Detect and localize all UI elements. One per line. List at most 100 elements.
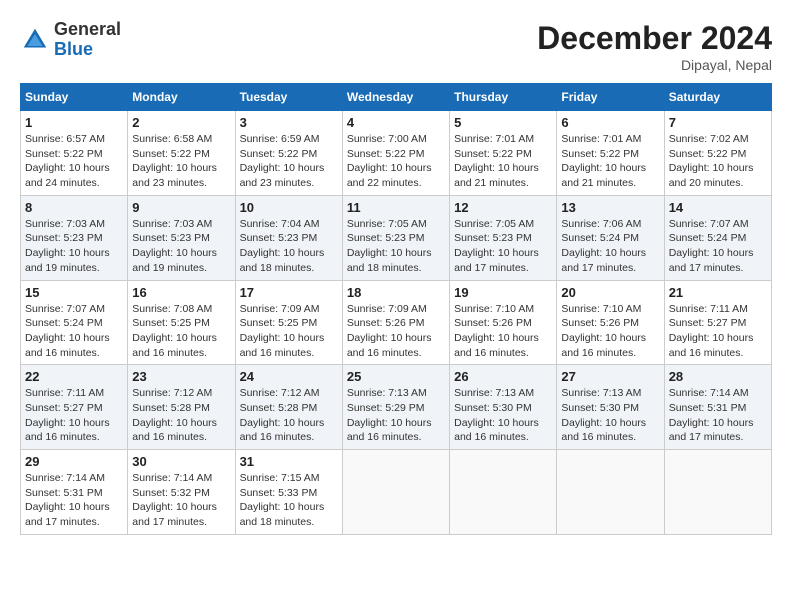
- week-row: 15 Sunrise: 7:07 AMSunset: 5:24 PMDaylig…: [21, 280, 772, 365]
- week-row: 29 Sunrise: 7:14 AMSunset: 5:31 PMDaylig…: [21, 450, 772, 535]
- day-cell-27: 27 Sunrise: 7:13 AMSunset: 5:30 PMDaylig…: [557, 365, 664, 450]
- empty-cell: [342, 450, 449, 535]
- day-number: 28: [669, 369, 767, 384]
- day-info: Sunrise: 7:07 AMSunset: 5:24 PMDaylight:…: [25, 302, 123, 361]
- day-info: Sunrise: 7:04 AMSunset: 5:23 PMDaylight:…: [240, 217, 338, 276]
- day-info: Sunrise: 7:10 AMSunset: 5:26 PMDaylight:…: [561, 302, 659, 361]
- day-info: Sunrise: 7:14 AMSunset: 5:31 PMDaylight:…: [25, 471, 123, 530]
- day-number: 5: [454, 115, 552, 130]
- day-number: 6: [561, 115, 659, 130]
- day-number: 29: [25, 454, 123, 469]
- day-info: Sunrise: 7:02 AMSunset: 5:22 PMDaylight:…: [669, 132, 767, 191]
- day-info: Sunrise: 6:59 AMSunset: 5:22 PMDaylight:…: [240, 132, 338, 191]
- calendar-table: Sunday Monday Tuesday Wednesday Thursday…: [20, 83, 772, 535]
- day-number: 10: [240, 200, 338, 215]
- day-cell-17: 17 Sunrise: 7:09 AMSunset: 5:25 PMDaylig…: [235, 280, 342, 365]
- day-info: Sunrise: 7:09 AMSunset: 5:26 PMDaylight:…: [347, 302, 445, 361]
- day-info: Sunrise: 7:08 AMSunset: 5:25 PMDaylight:…: [132, 302, 230, 361]
- header-sunday: Sunday: [21, 84, 128, 111]
- day-info: Sunrise: 7:12 AMSunset: 5:28 PMDaylight:…: [240, 386, 338, 445]
- day-cell-16: 16 Sunrise: 7:08 AMSunset: 5:25 PMDaylig…: [128, 280, 235, 365]
- day-info: Sunrise: 7:05 AMSunset: 5:23 PMDaylight:…: [454, 217, 552, 276]
- day-number: 2: [132, 115, 230, 130]
- day-cell-9: 9 Sunrise: 7:03 AMSunset: 5:23 PMDayligh…: [128, 195, 235, 280]
- day-number: 11: [347, 200, 445, 215]
- day-number: 13: [561, 200, 659, 215]
- day-cell-25: 25 Sunrise: 7:13 AMSunset: 5:29 PMDaylig…: [342, 365, 449, 450]
- day-number: 16: [132, 285, 230, 300]
- day-cell-1: 1 Sunrise: 6:57 AMSunset: 5:22 PMDayligh…: [21, 111, 128, 196]
- day-info: Sunrise: 7:07 AMSunset: 5:24 PMDaylight:…: [669, 217, 767, 276]
- day-info: Sunrise: 7:12 AMSunset: 5:28 PMDaylight:…: [132, 386, 230, 445]
- day-cell-10: 10 Sunrise: 7:04 AMSunset: 5:23 PMDaylig…: [235, 195, 342, 280]
- day-cell-3: 3 Sunrise: 6:59 AMSunset: 5:22 PMDayligh…: [235, 111, 342, 196]
- week-row: 22 Sunrise: 7:11 AMSunset: 5:27 PMDaylig…: [21, 365, 772, 450]
- day-info: Sunrise: 7:11 AMSunset: 5:27 PMDaylight:…: [669, 302, 767, 361]
- day-cell-14: 14 Sunrise: 7:07 AMSunset: 5:24 PMDaylig…: [664, 195, 771, 280]
- day-info: Sunrise: 7:00 AMSunset: 5:22 PMDaylight:…: [347, 132, 445, 191]
- day-number: 12: [454, 200, 552, 215]
- day-cell-8: 8 Sunrise: 7:03 AMSunset: 5:23 PMDayligh…: [21, 195, 128, 280]
- day-number: 27: [561, 369, 659, 384]
- day-cell-28: 28 Sunrise: 7:14 AMSunset: 5:31 PMDaylig…: [664, 365, 771, 450]
- page-header: General Blue December 2024 Dipayal, Nepa…: [20, 20, 772, 73]
- day-number: 18: [347, 285, 445, 300]
- logo-icon: [20, 25, 50, 55]
- day-cell-5: 5 Sunrise: 7:01 AMSunset: 5:22 PMDayligh…: [450, 111, 557, 196]
- day-number: 1: [25, 115, 123, 130]
- day-cell-26: 26 Sunrise: 7:13 AMSunset: 5:30 PMDaylig…: [450, 365, 557, 450]
- day-number: 17: [240, 285, 338, 300]
- month-title: December 2024: [537, 20, 772, 57]
- week-row: 8 Sunrise: 7:03 AMSunset: 5:23 PMDayligh…: [21, 195, 772, 280]
- title-block: December 2024 Dipayal, Nepal: [537, 20, 772, 73]
- day-cell-4: 4 Sunrise: 7:00 AMSunset: 5:22 PMDayligh…: [342, 111, 449, 196]
- day-cell-24: 24 Sunrise: 7:12 AMSunset: 5:28 PMDaylig…: [235, 365, 342, 450]
- day-info: Sunrise: 7:11 AMSunset: 5:27 PMDaylight:…: [25, 386, 123, 445]
- day-info: Sunrise: 7:01 AMSunset: 5:22 PMDaylight:…: [561, 132, 659, 191]
- day-number: 15: [25, 285, 123, 300]
- day-info: Sunrise: 7:14 AMSunset: 5:31 PMDaylight:…: [669, 386, 767, 445]
- header-saturday: Saturday: [664, 84, 771, 111]
- day-number: 9: [132, 200, 230, 215]
- day-info: Sunrise: 7:14 AMSunset: 5:32 PMDaylight:…: [132, 471, 230, 530]
- logo-blue: Blue: [54, 40, 121, 60]
- day-info: Sunrise: 7:10 AMSunset: 5:26 PMDaylight:…: [454, 302, 552, 361]
- day-number: 3: [240, 115, 338, 130]
- weekday-header-row: Sunday Monday Tuesday Wednesday Thursday…: [21, 84, 772, 111]
- day-number: 20: [561, 285, 659, 300]
- empty-cell: [557, 450, 664, 535]
- day-cell-21: 21 Sunrise: 7:11 AMSunset: 5:27 PMDaylig…: [664, 280, 771, 365]
- day-number: 14: [669, 200, 767, 215]
- day-number: 4: [347, 115, 445, 130]
- logo: General Blue: [20, 20, 121, 60]
- day-info: Sunrise: 7:15 AMSunset: 5:33 PMDaylight:…: [240, 471, 338, 530]
- location: Dipayal, Nepal: [537, 57, 772, 73]
- header-wednesday: Wednesday: [342, 84, 449, 111]
- day-number: 25: [347, 369, 445, 384]
- header-tuesday: Tuesday: [235, 84, 342, 111]
- day-cell-2: 2 Sunrise: 6:58 AMSunset: 5:22 PMDayligh…: [128, 111, 235, 196]
- day-cell-15: 15 Sunrise: 7:07 AMSunset: 5:24 PMDaylig…: [21, 280, 128, 365]
- day-cell-29: 29 Sunrise: 7:14 AMSunset: 5:31 PMDaylig…: [21, 450, 128, 535]
- day-cell-23: 23 Sunrise: 7:12 AMSunset: 5:28 PMDaylig…: [128, 365, 235, 450]
- day-cell-6: 6 Sunrise: 7:01 AMSunset: 5:22 PMDayligh…: [557, 111, 664, 196]
- day-info: Sunrise: 7:13 AMSunset: 5:30 PMDaylight:…: [454, 386, 552, 445]
- day-number: 19: [454, 285, 552, 300]
- day-info: Sunrise: 7:01 AMSunset: 5:22 PMDaylight:…: [454, 132, 552, 191]
- day-info: Sunrise: 7:13 AMSunset: 5:29 PMDaylight:…: [347, 386, 445, 445]
- day-info: Sunrise: 7:03 AMSunset: 5:23 PMDaylight:…: [132, 217, 230, 276]
- day-cell-30: 30 Sunrise: 7:14 AMSunset: 5:32 PMDaylig…: [128, 450, 235, 535]
- day-cell-7: 7 Sunrise: 7:02 AMSunset: 5:22 PMDayligh…: [664, 111, 771, 196]
- day-cell-12: 12 Sunrise: 7:05 AMSunset: 5:23 PMDaylig…: [450, 195, 557, 280]
- day-number: 30: [132, 454, 230, 469]
- day-number: 31: [240, 454, 338, 469]
- logo-text: General Blue: [54, 20, 121, 60]
- day-cell-31: 31 Sunrise: 7:15 AMSunset: 5:33 PMDaylig…: [235, 450, 342, 535]
- week-row: 1 Sunrise: 6:57 AMSunset: 5:22 PMDayligh…: [21, 111, 772, 196]
- day-cell-13: 13 Sunrise: 7:06 AMSunset: 5:24 PMDaylig…: [557, 195, 664, 280]
- day-number: 24: [240, 369, 338, 384]
- day-info: Sunrise: 7:09 AMSunset: 5:25 PMDaylight:…: [240, 302, 338, 361]
- day-number: 23: [132, 369, 230, 384]
- day-cell-20: 20 Sunrise: 7:10 AMSunset: 5:26 PMDaylig…: [557, 280, 664, 365]
- day-number: 22: [25, 369, 123, 384]
